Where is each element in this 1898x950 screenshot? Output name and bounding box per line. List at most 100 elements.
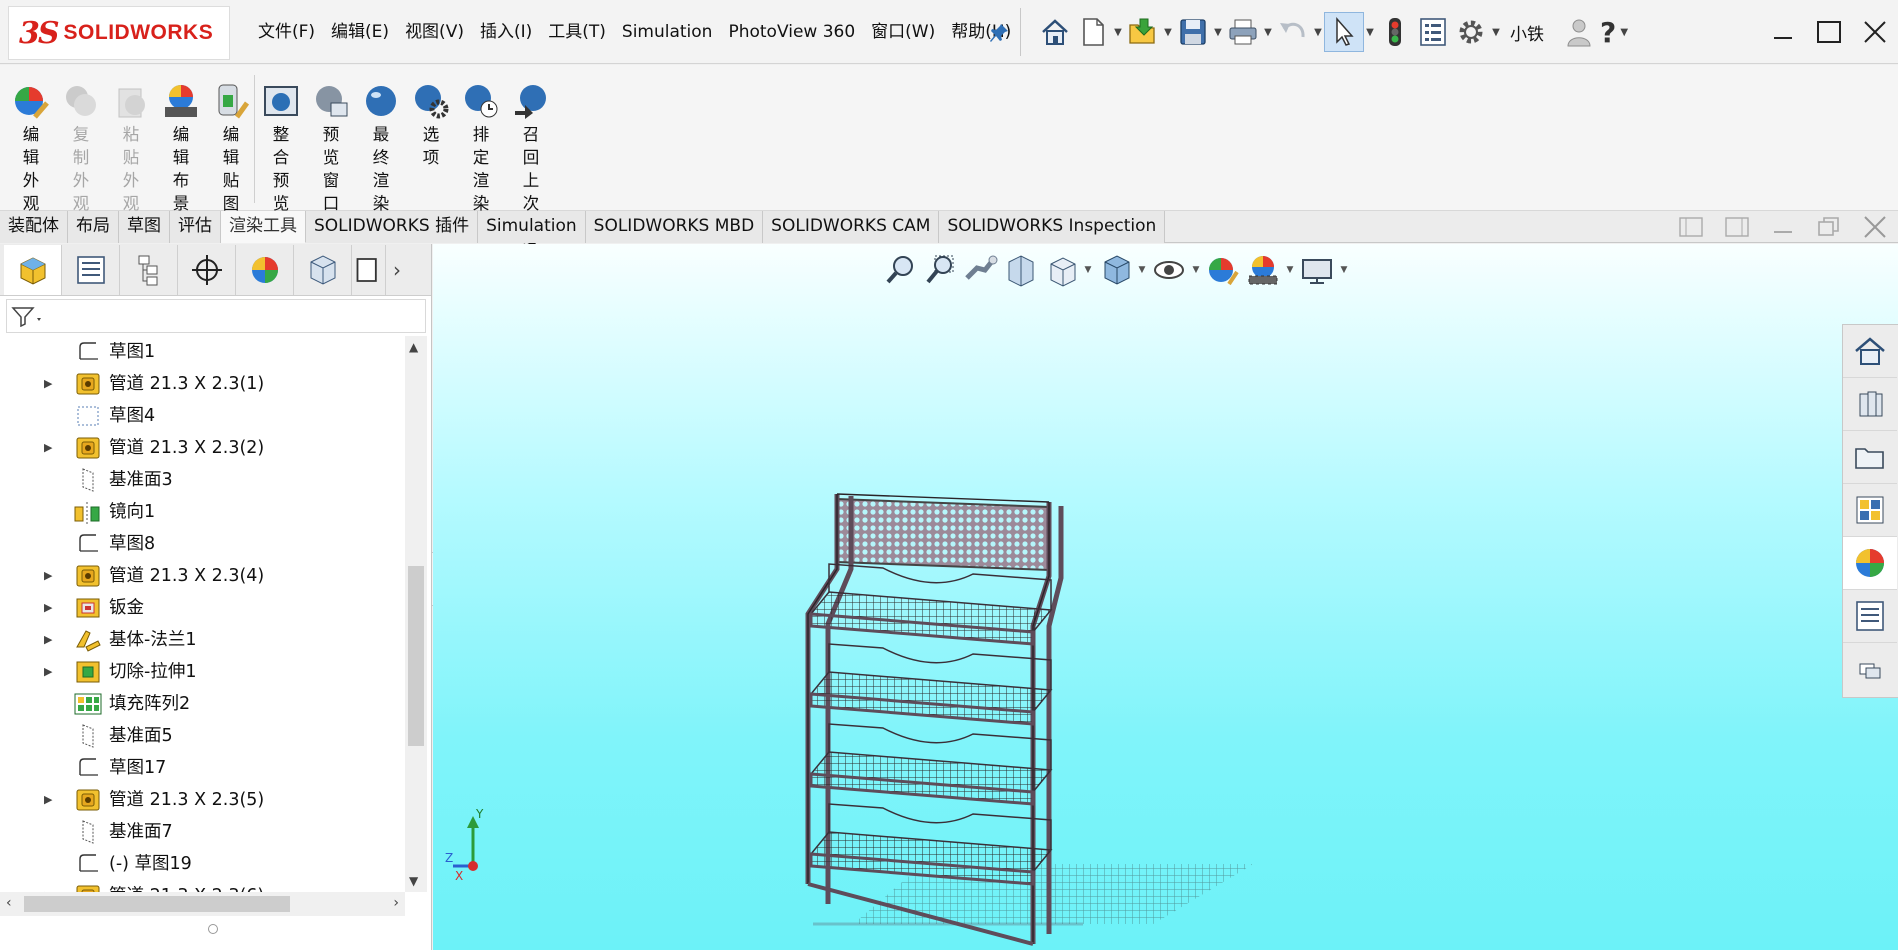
expand-arrow-icon[interactable]: ▶ (44, 441, 56, 455)
configuration-manager-icon[interactable] (120, 244, 178, 295)
chevron-down-icon[interactable]: ▼ (1262, 12, 1274, 52)
scroll-left-icon[interactable]: ‹ (6, 895, 12, 911)
feature-manager-icon[interactable] (4, 244, 62, 295)
tree-filter[interactable] (6, 299, 426, 333)
print-icon[interactable] (1224, 12, 1262, 52)
open-icon[interactable] (1124, 12, 1162, 52)
scroll-up-icon[interactable]: ▲ (409, 340, 418, 354)
tab[interactable]: SOLIDWORKS MBD (585, 211, 764, 243)
tree-item[interactable]: 草图8 (0, 528, 405, 560)
property-manager-icon[interactable] (62, 244, 120, 295)
document-close-icon[interactable] (1852, 211, 1898, 243)
menu-item[interactable]: 窗口(W) (863, 0, 943, 64)
chevron-down-icon[interactable]: ▼ (1364, 12, 1376, 52)
design-library-icon[interactable] (1843, 378, 1897, 431)
rebuild-traffic-light-icon[interactable] (1376, 12, 1414, 52)
options-gear-icon[interactable] (1452, 12, 1490, 52)
pane-resize-handle[interactable] (208, 924, 218, 934)
tree-item[interactable]: ▶ 钣金 (0, 592, 405, 624)
tree-item[interactable]: ▶ 切除-拉伸1 (0, 656, 405, 688)
file-properties-icon[interactable] (1414, 12, 1452, 52)
new-document-icon[interactable] (1074, 12, 1112, 52)
tile-left-icon[interactable] (1668, 211, 1714, 243)
home-icon[interactable] (1036, 12, 1074, 52)
previous-view-icon[interactable] (961, 250, 1001, 290)
tree-item[interactable]: 基准面3 (0, 464, 405, 496)
tab[interactable]: Simulation (478, 211, 586, 243)
paste-appearance-button[interactable]: 粘贴外观 (108, 81, 154, 215)
edit-decal-button[interactable]: 编辑贴图 (208, 81, 254, 215)
tab[interactable]: 渲染工具 (221, 211, 306, 243)
chevron-down-icon[interactable]: ▼ (1112, 12, 1124, 52)
file-explorer-icon[interactable] (1843, 431, 1897, 484)
dimxpert-manager-icon[interactable] (178, 244, 236, 295)
user-account-icon[interactable] (1560, 12, 1598, 52)
tree-item[interactable]: ▶ 基体-法兰1 (0, 624, 405, 656)
tab[interactable]: SOLIDWORKS CAM (763, 211, 940, 243)
apply-scene-icon[interactable] (1243, 250, 1283, 290)
undo-icon[interactable] (1274, 12, 1312, 52)
expand-arrow-icon[interactable]: ▶ (44, 569, 56, 583)
expand-arrow-icon[interactable]: ▶ (44, 793, 56, 807)
menu-item[interactable]: 编辑(E) (323, 0, 397, 64)
menu-item[interactable]: 视图(V) (397, 0, 472, 64)
tree-item[interactable]: 填充阵列2 (0, 688, 405, 720)
menu-item[interactable]: PhotoView 360 (720, 0, 863, 64)
scroll-right-icon[interactable]: › (393, 895, 399, 911)
view-palette-icon[interactable] (1843, 484, 1897, 537)
expand-arrow-icon[interactable]: ▶ (44, 601, 56, 615)
menu-item[interactable]: 插入(I) (472, 0, 540, 64)
view-settings-icon[interactable] (1297, 250, 1337, 290)
tree-item[interactable]: 草图4 (0, 400, 405, 432)
tab[interactable]: SOLIDWORKS 插件 (306, 211, 479, 243)
graphics-area[interactable]: ▼ ▼ ▼ ▼ ▼ Y Z X (433, 244, 1898, 950)
tile-right-icon[interactable] (1714, 211, 1760, 243)
chevron-down-icon[interactable]: ▼ (1618, 12, 1630, 52)
tab[interactable]: 草图 (119, 211, 170, 243)
close-icon[interactable] (1852, 12, 1898, 52)
chevron-down-icon[interactable]: ▼ (1337, 265, 1351, 275)
edit-scene-button[interactable]: 编辑布景 (158, 81, 204, 215)
tree-item[interactable]: ▶ 管道 21.3 X 2.3(1) (0, 368, 405, 400)
hide-show-items-icon[interactable] (1149, 250, 1189, 290)
expand-arrow-icon[interactable]: ▶ (44, 377, 56, 391)
chevron-down-icon[interactable]: ▼ (1283, 265, 1297, 275)
scroll-thumb[interactable] (24, 896, 290, 912)
solidworks-logo[interactable]: 3S SOLIDWORKS (8, 6, 230, 60)
appearances-scenes-icon[interactable] (1843, 537, 1897, 590)
chevron-down-icon[interactable]: ▼ (1312, 12, 1324, 52)
tree-horizontal-scrollbar[interactable]: ‹ › (0, 892, 405, 916)
forum-icon[interactable] (1843, 643, 1897, 696)
preview-window-button[interactable]: 预览窗口 (308, 81, 354, 215)
tree-vertical-scrollbar[interactable]: ▲ ▼ (405, 336, 427, 892)
zoom-to-fit-icon[interactable] (881, 250, 921, 290)
maximize-icon[interactable] (1806, 12, 1852, 52)
cam-feature-tree-icon[interactable] (294, 244, 352, 295)
chevron-down-icon[interactable]: ▼ (1212, 12, 1224, 52)
schedule-render-button[interactable]: 排定渲染 (458, 81, 504, 215)
minimize-icon[interactable] (1760, 12, 1806, 52)
tab[interactable]: 装配体 (0, 211, 68, 243)
tree-item[interactable]: 基准面5 (0, 720, 405, 752)
menu-item[interactable]: 文件(F) (250, 0, 323, 64)
tree-item[interactable]: 草图17 (0, 752, 405, 784)
tab[interactable]: SOLIDWORKS Inspection (939, 211, 1166, 243)
save-icon[interactable] (1174, 12, 1212, 52)
cam-operation-tree-icon[interactable] (352, 244, 386, 295)
integrated-preview-button[interactable]: 整合预览 (258, 81, 304, 215)
document-minimize-icon[interactable] (1760, 211, 1806, 243)
final-render-button[interactable]: 最终渲染 (358, 81, 404, 215)
tree-item[interactable]: ▶ 管道 21.3 X 2.3(2) (0, 432, 405, 464)
tree-item[interactable]: ▶ 管道 21.3 X 2.3(5) (0, 784, 405, 816)
scroll-thumb[interactable] (408, 566, 424, 746)
chevron-down-icon[interactable]: ▼ (1189, 265, 1203, 275)
display-style-icon[interactable] (1095, 250, 1135, 290)
render-options-button[interactable]: 选项 (408, 81, 454, 169)
tab[interactable]: 评估 (170, 211, 221, 243)
select-pointer-icon[interactable] (1324, 12, 1364, 52)
menu-item[interactable]: Simulation (614, 0, 721, 64)
section-view-icon[interactable] (1001, 250, 1041, 290)
solidworks-resources-icon[interactable] (1843, 325, 1897, 378)
edit-appearance-button[interactable]: 编辑外观 (8, 81, 54, 215)
tree-item[interactable]: 镜向1 (0, 496, 405, 528)
